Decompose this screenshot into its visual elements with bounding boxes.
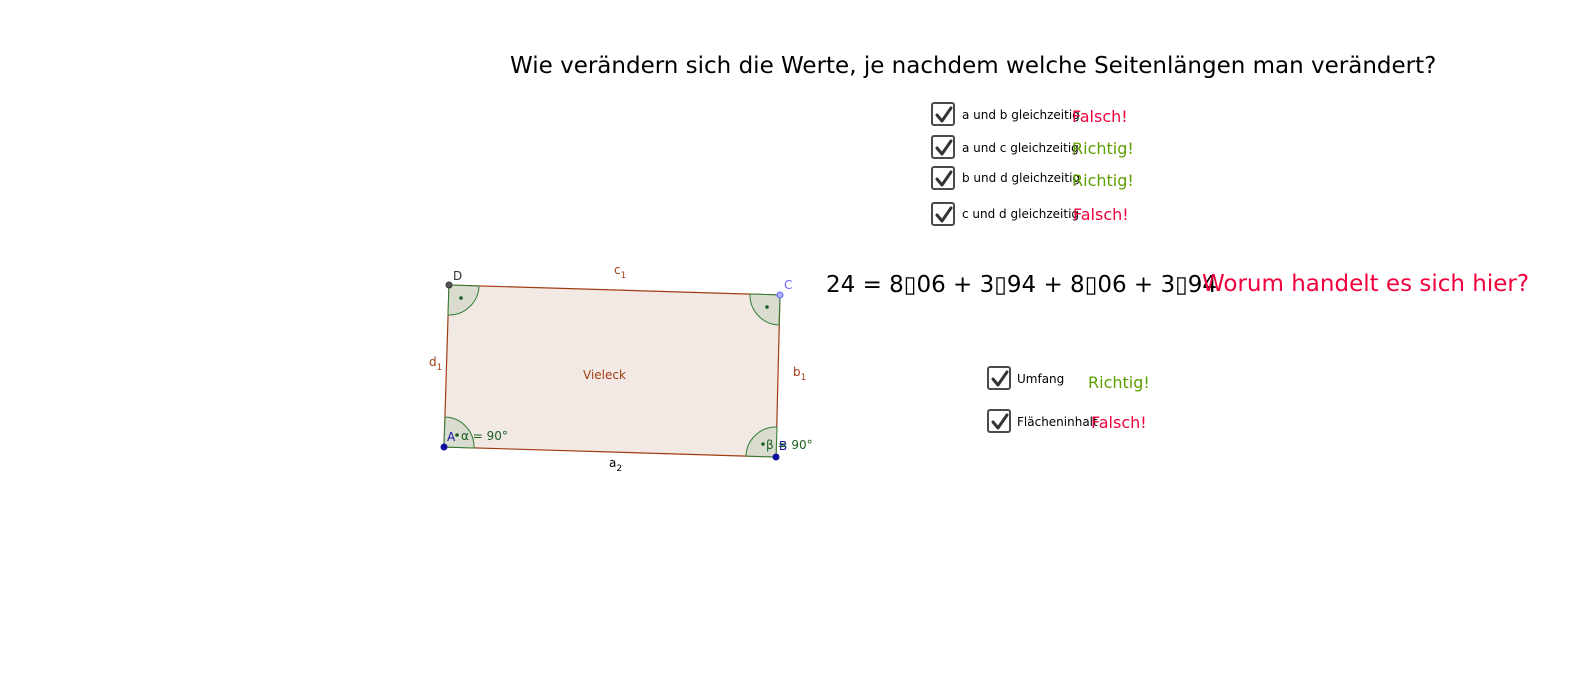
checkmark-icon: [991, 413, 1009, 430]
point-C[interactable]: [776, 291, 784, 299]
side-label-b: b1: [793, 365, 806, 383]
polygon-label: Vieleck: [583, 368, 626, 382]
perimeter-equation: 24 = 8▯06 + 3▯94 + 8▯06 + 3▯94: [826, 272, 1218, 298]
result-text: Richtig!: [1088, 373, 1150, 392]
option-label: Umfang: [1017, 372, 1065, 386]
problem-question: Worum handelt es sich hier?: [1202, 271, 1530, 297]
checkmark-icon: [991, 370, 1009, 387]
rectangle-figure: A B C D c1 d1 b1 a2 Vieleck α = 90° β = …: [429, 263, 813, 474]
checkbox-umfang[interactable]: [987, 366, 1011, 390]
side-label-a: a2: [609, 456, 622, 474]
point-label-A: A: [447, 430, 456, 444]
checkbox-flaecheninhalt[interactable]: [987, 409, 1011, 433]
point-D[interactable]: [445, 281, 453, 289]
point-label-C: C: [784, 278, 792, 292]
point-A[interactable]: [440, 443, 448, 451]
option-label: Flächeninhalt: [1017, 415, 1098, 429]
side-label-d: d1: [429, 355, 442, 373]
angle-label-beta: β = 90°: [766, 438, 813, 452]
result-text: Falsch!: [1091, 413, 1147, 432]
side-label-c: c1: [614, 263, 626, 281]
point-label-D: D: [453, 269, 462, 283]
angle-label-alpha: α = 90°: [461, 429, 508, 443]
point-B[interactable]: [772, 453, 780, 461]
